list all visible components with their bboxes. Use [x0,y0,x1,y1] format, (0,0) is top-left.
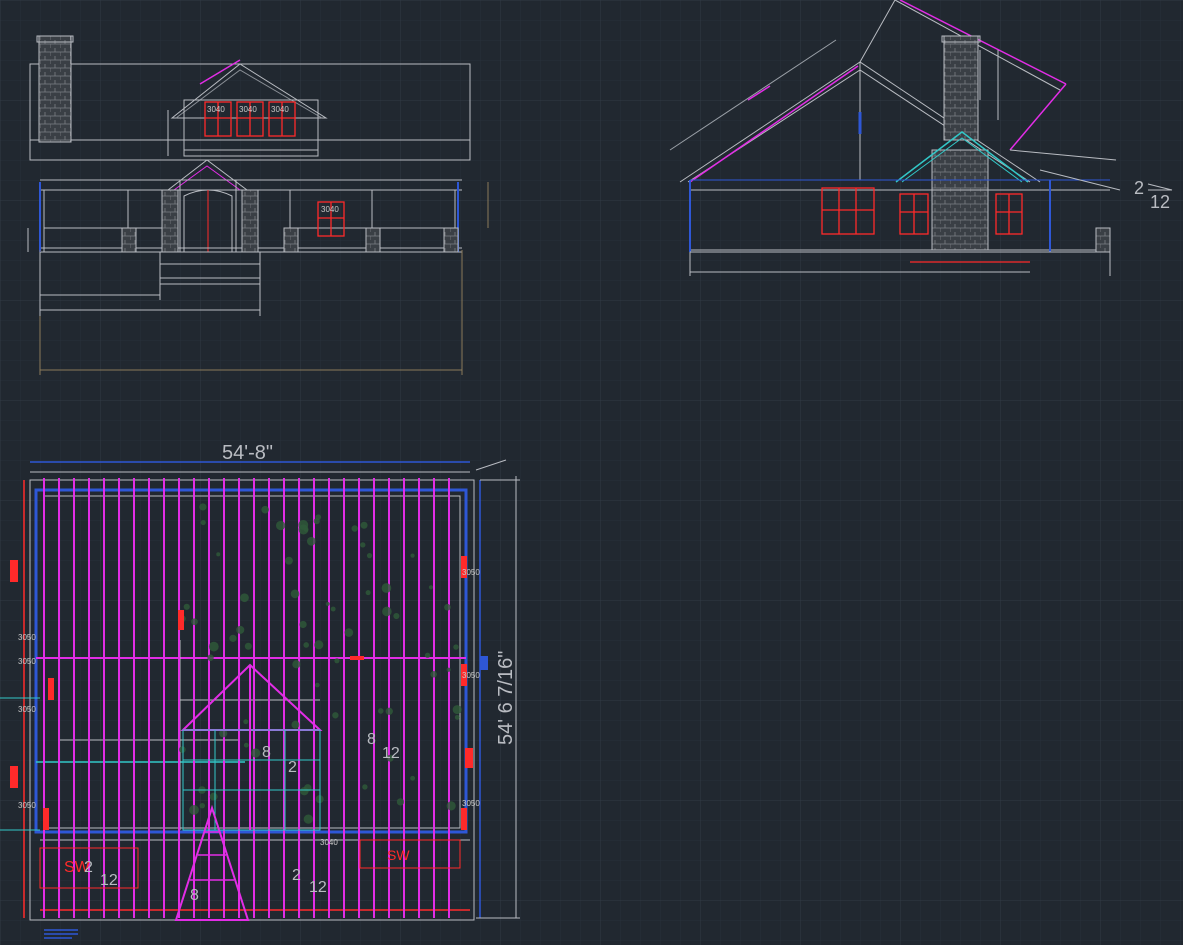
foliage-symbol [216,552,221,557]
plan-tag-left-2: 3050 [18,657,36,666]
foliage-symbol [334,658,340,664]
tag-front-right: 3040 [321,205,339,214]
foliage-symbol [428,585,434,590]
foliage-symbol [360,542,366,548]
foliage-symbol [306,536,316,546]
foliage-symbol [381,583,392,593]
slope-run-plan-valley: 12 [382,745,400,762]
foliage-symbol [179,746,186,753]
foliage-symbol [251,748,261,758]
foliage-symbol [385,707,393,715]
foliage-symbol [314,682,320,688]
plan-tag-right-3: 3050 [462,799,480,808]
foliage-symbol [199,802,206,809]
foliage-symbol [275,520,286,531]
foliage-symbol [189,805,199,815]
foliage-symbol [244,642,252,650]
foliage-symbol [330,606,336,612]
foliage-symbol [446,801,456,811]
slope-rise-elev: 2 [1134,178,1144,198]
tag-dormer-1: 3040 [207,105,225,114]
plan-depth-dimension: 54' 6 7/16" [495,651,517,745]
slope-rise-plan-bottom-peak: 8 [190,887,199,904]
foliage-symbol [360,521,368,529]
slope-rise-plan-center-lower: 2 [288,759,297,776]
foliage-symbol [299,620,307,629]
slope-rise-plan-bl: 2 [84,859,93,876]
slope-rise-plan-center: 8 [262,744,271,761]
foliage-symbol [191,618,198,626]
foliage-symbol [377,708,384,714]
foliage-symbol [207,654,214,661]
foliage-symbol [243,742,249,748]
foliage-symbol [208,641,219,652]
plan-tag-left-3: 3050 [18,705,36,714]
foliage-symbol [261,505,269,514]
slope-rise-plan-bm: 2 [292,867,301,884]
foliage-symbol [453,644,459,650]
slope-run-plan-bm: 12 [309,879,327,896]
plan-tag-bottom: 3040 [320,838,338,847]
chimney [38,35,72,143]
foliage-symbol [243,719,249,725]
slope-rise-plan-valley: 8 [367,731,376,748]
slope-run-plan-bl: 12 [100,872,118,889]
tag-dormer-2: 3040 [239,105,257,114]
foliage-symbol [325,601,330,606]
foliage-symbol [183,603,190,610]
foliage-symbol [365,590,371,596]
foliage-symbol [454,714,460,720]
foliage-symbol [351,525,358,532]
foliage-symbol [444,603,451,611]
tag-dormer-3: 3040 [271,105,289,114]
plan-tag-left-1: 3050 [18,633,36,642]
foliage-symbol [313,518,320,525]
side-chimney [943,35,979,141]
cad-drawing-canvas: 3040 3040 3040 3040 2 12 54'-8" 54' 6 7/… [0,0,1183,945]
plan-tag-left-4: 3050 [18,801,36,810]
foliage-symbol [298,519,309,530]
plan-tag-right-2: 3050 [462,671,480,680]
foliage-symbol [446,667,451,672]
plan-tag-right-1: 3050 [462,568,480,577]
foliage-symbol [424,652,431,659]
foliage-symbol [366,553,373,559]
foliage-symbol [292,660,301,669]
foliage-symbol [199,503,207,511]
foliage-symbol [303,642,309,648]
foliage-symbol [236,625,245,634]
foliage-symbol [284,556,293,565]
foliage-symbol [452,705,462,715]
foliage-symbol [410,775,416,781]
foliage-symbol [200,520,206,526]
slope-run-elev: 12 [1150,192,1170,212]
foliage-symbol [362,784,368,790]
foliage-symbol [332,712,339,719]
foliage-symbol [229,634,237,642]
foliage-symbol [393,613,400,620]
foliage-symbol [240,593,249,603]
foliage-symbol [410,553,415,558]
plan-width-dimension: 54'-8" [222,442,273,464]
foliage-symbol [303,814,314,824]
foliage-symbol [382,606,392,617]
foliage-symbol [300,787,309,796]
foliage-symbol [290,589,300,599]
foliage-symbol [314,640,324,650]
foliage-symbol [396,798,405,806]
foliage-symbol [291,720,300,729]
foliage-symbol [344,628,354,637]
foliage-symbol [209,792,218,801]
sw-label-right: SW [387,847,410,863]
foliage-symbol [430,671,437,678]
